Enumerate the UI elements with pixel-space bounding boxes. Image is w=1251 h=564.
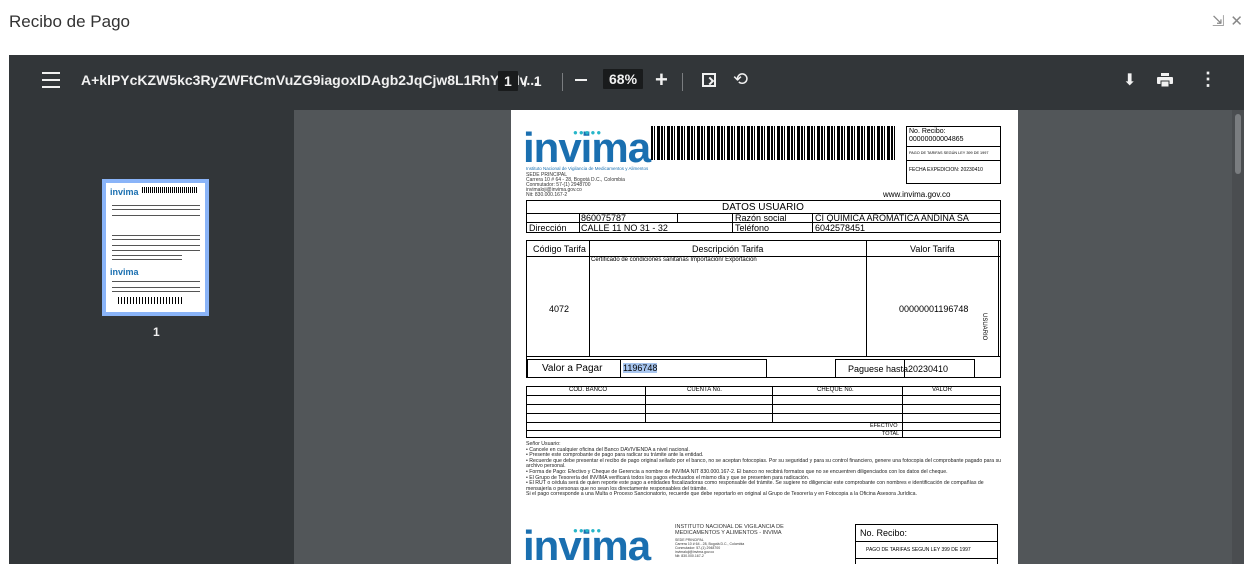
copy-label: USUARIO <box>981 313 987 341</box>
amount-due-box: Valor a Pagar 1196748 <box>527 359 767 378</box>
tariff-law: PAGO DE TARIFAS SEGÚN LEY 399 DE 1997 <box>909 151 989 155</box>
print-icon[interactable] <box>1157 73 1173 88</box>
user-address: CALLE 11 NO 31 - 32 <box>581 223 668 233</box>
rotate-icon[interactable]: ⟲ <box>733 69 748 90</box>
zoom-input[interactable]: 68% <box>603 69 644 89</box>
payment-notes: Señor Usuario: • Cancele en cualquier of… <box>526 441 1006 498</box>
cash-label: EFECTIVO <box>870 423 898 429</box>
tariff-description: Certificado de condiciones sanitarias Im… <box>591 257 757 263</box>
tariff-description-header: Descripción Tarifa <box>692 244 764 254</box>
logo-dots: ●●●●● <box>573 526 603 535</box>
user-phone: 6042578451 <box>815 223 866 233</box>
copy-receipt-label: No. Recibo: <box>860 528 908 538</box>
pdf-page: invima ●●●●● Instituto Nacional de Vigil… <box>511 110 1018 564</box>
website: www.invima.gov.co <box>883 190 951 199</box>
logo-dots: ●●●●● <box>573 128 603 137</box>
toolbar-divider <box>682 73 683 91</box>
value-header: VALOR <box>932 387 952 393</box>
viewer-toolbar: A+klPYcKZW5kc3RyZWFtCmVuZG9iagoxIDAgb2Jq… <box>9 55 1244 110</box>
bank-code-header: COD. BANCO <box>569 387 608 393</box>
thumbnail-logo: invima <box>110 267 139 277</box>
tariff-value: 00000001196748 <box>899 304 969 314</box>
amount-due: 1196748 <box>623 363 658 373</box>
copy-address-block: SEDE PRINCIPAL Carrera 10 # 64 - 28, Bog… <box>675 538 744 558</box>
thumbnail-page-label: 1 <box>153 325 160 339</box>
copy-receipt-box: No. Recibo: PAGO DE TARIFAS SEGUN LEY 39… <box>855 524 998 564</box>
receipt-number-label: No. Recibo: <box>909 128 946 135</box>
nit: Nit: 830.000.167-2 <box>526 192 568 198</box>
menu-icon[interactable] <box>42 72 60 88</box>
tariff-value-header: Valor Tarifa <box>910 244 955 254</box>
amount-due-label: Valor a Pagar <box>542 363 603 374</box>
copy-institute: INSTITUTO NACIONAL DE VIGILANCIA DE MEDI… <box>675 524 784 536</box>
account-header: CUENTA No. <box>687 387 722 393</box>
pdf-viewer: A+klPYcKZW5kc3RyZWFtCmVuZG9iagoxIDAgb2Jq… <box>9 55 1244 564</box>
copy-nit: Nit: 830.000.167-2 <box>675 554 704 558</box>
toolbar-divider <box>562 73 563 91</box>
pay-by-label: Paguese hasta <box>848 364 909 374</box>
tariff-code-header: Código Tarifa <box>533 244 586 254</box>
page-number-input[interactable]: 1 <box>498 71 518 91</box>
issue-date: FECHA EXPEDICION: 20230410 <box>909 167 983 173</box>
pay-by-box: Paguese hasta 20230410 <box>835 359 975 378</box>
page-thumbnail[interactable]: invima invima <box>102 179 209 316</box>
file-name: A+klPYcKZW5kc3RyZWFtCmVuZG9iagoxIDAgb2Jq… <box>81 72 539 88</box>
tariff-table: Código Tarifa Descripción Tarifa Valor T… <box>526 240 1001 378</box>
total-pages: 1 <box>533 73 542 89</box>
zoom-out-icon[interactable] <box>575 79 587 81</box>
more-options-icon[interactable]: ⋮ <box>1199 69 1217 90</box>
tariff-code: 4072 <box>549 304 570 314</box>
download-icon[interactable]: ⬇ <box>1123 70 1136 90</box>
dialog-title: Recibo de Pago <box>9 12 130 31</box>
user-data-table: DATOS USUARIO 860075787 Razón social CI … <box>526 200 1001 233</box>
barcode <box>651 126 896 160</box>
total-label: TOTAL <box>882 431 900 437</box>
note-line: Si el pago corresponde a una Multa o Pro… <box>526 491 917 498</box>
close-icon[interactable]: ✕ <box>1230 12 1243 30</box>
collapse-icon[interactable]: ⇲ <box>1212 12 1225 30</box>
receipt-number: 00000000004865 <box>909 136 964 143</box>
thumbnail-sidebar: invima invima 1 <box>9 110 294 564</box>
company-name-label: Razón social <box>735 213 787 223</box>
copy-tariff-law: PAGO DE TARIFAS SEGUN LEY 399 DE 1997 <box>866 547 971 553</box>
address-label: Dirección <box>529 223 567 233</box>
company-name: CI QUIMICA AROMATICA ANDINA SA <box>815 213 969 223</box>
fit-page-icon[interactable] <box>702 73 716 87</box>
pay-by-date: 20230410 <box>908 364 949 374</box>
receipt-number-box: No. Recibo: 00000000004865 PAGO DE TARIF… <box>906 126 1001 184</box>
user-data-title: DATOS USUARIO <box>722 202 804 213</box>
page-indicator: 1 / 1 <box>498 71 541 91</box>
user-nit: 860075787 <box>581 213 627 223</box>
page-separator: / <box>523 73 528 89</box>
cheque-header: CHEQUE No. <box>817 387 854 393</box>
thumbnail-logo: invima <box>110 187 139 197</box>
bank-table: COD. BANCO CUENTA No. CHEQUE No. VALOR E… <box>526 386 1001 438</box>
scrollbar[interactable] <box>1232 110 1244 564</box>
zoom-in-icon[interactable]: + <box>655 67 668 93</box>
phone-label: Teléfono <box>735 223 770 233</box>
dialog-controls: ⇲ ✕ <box>1212 12 1243 30</box>
